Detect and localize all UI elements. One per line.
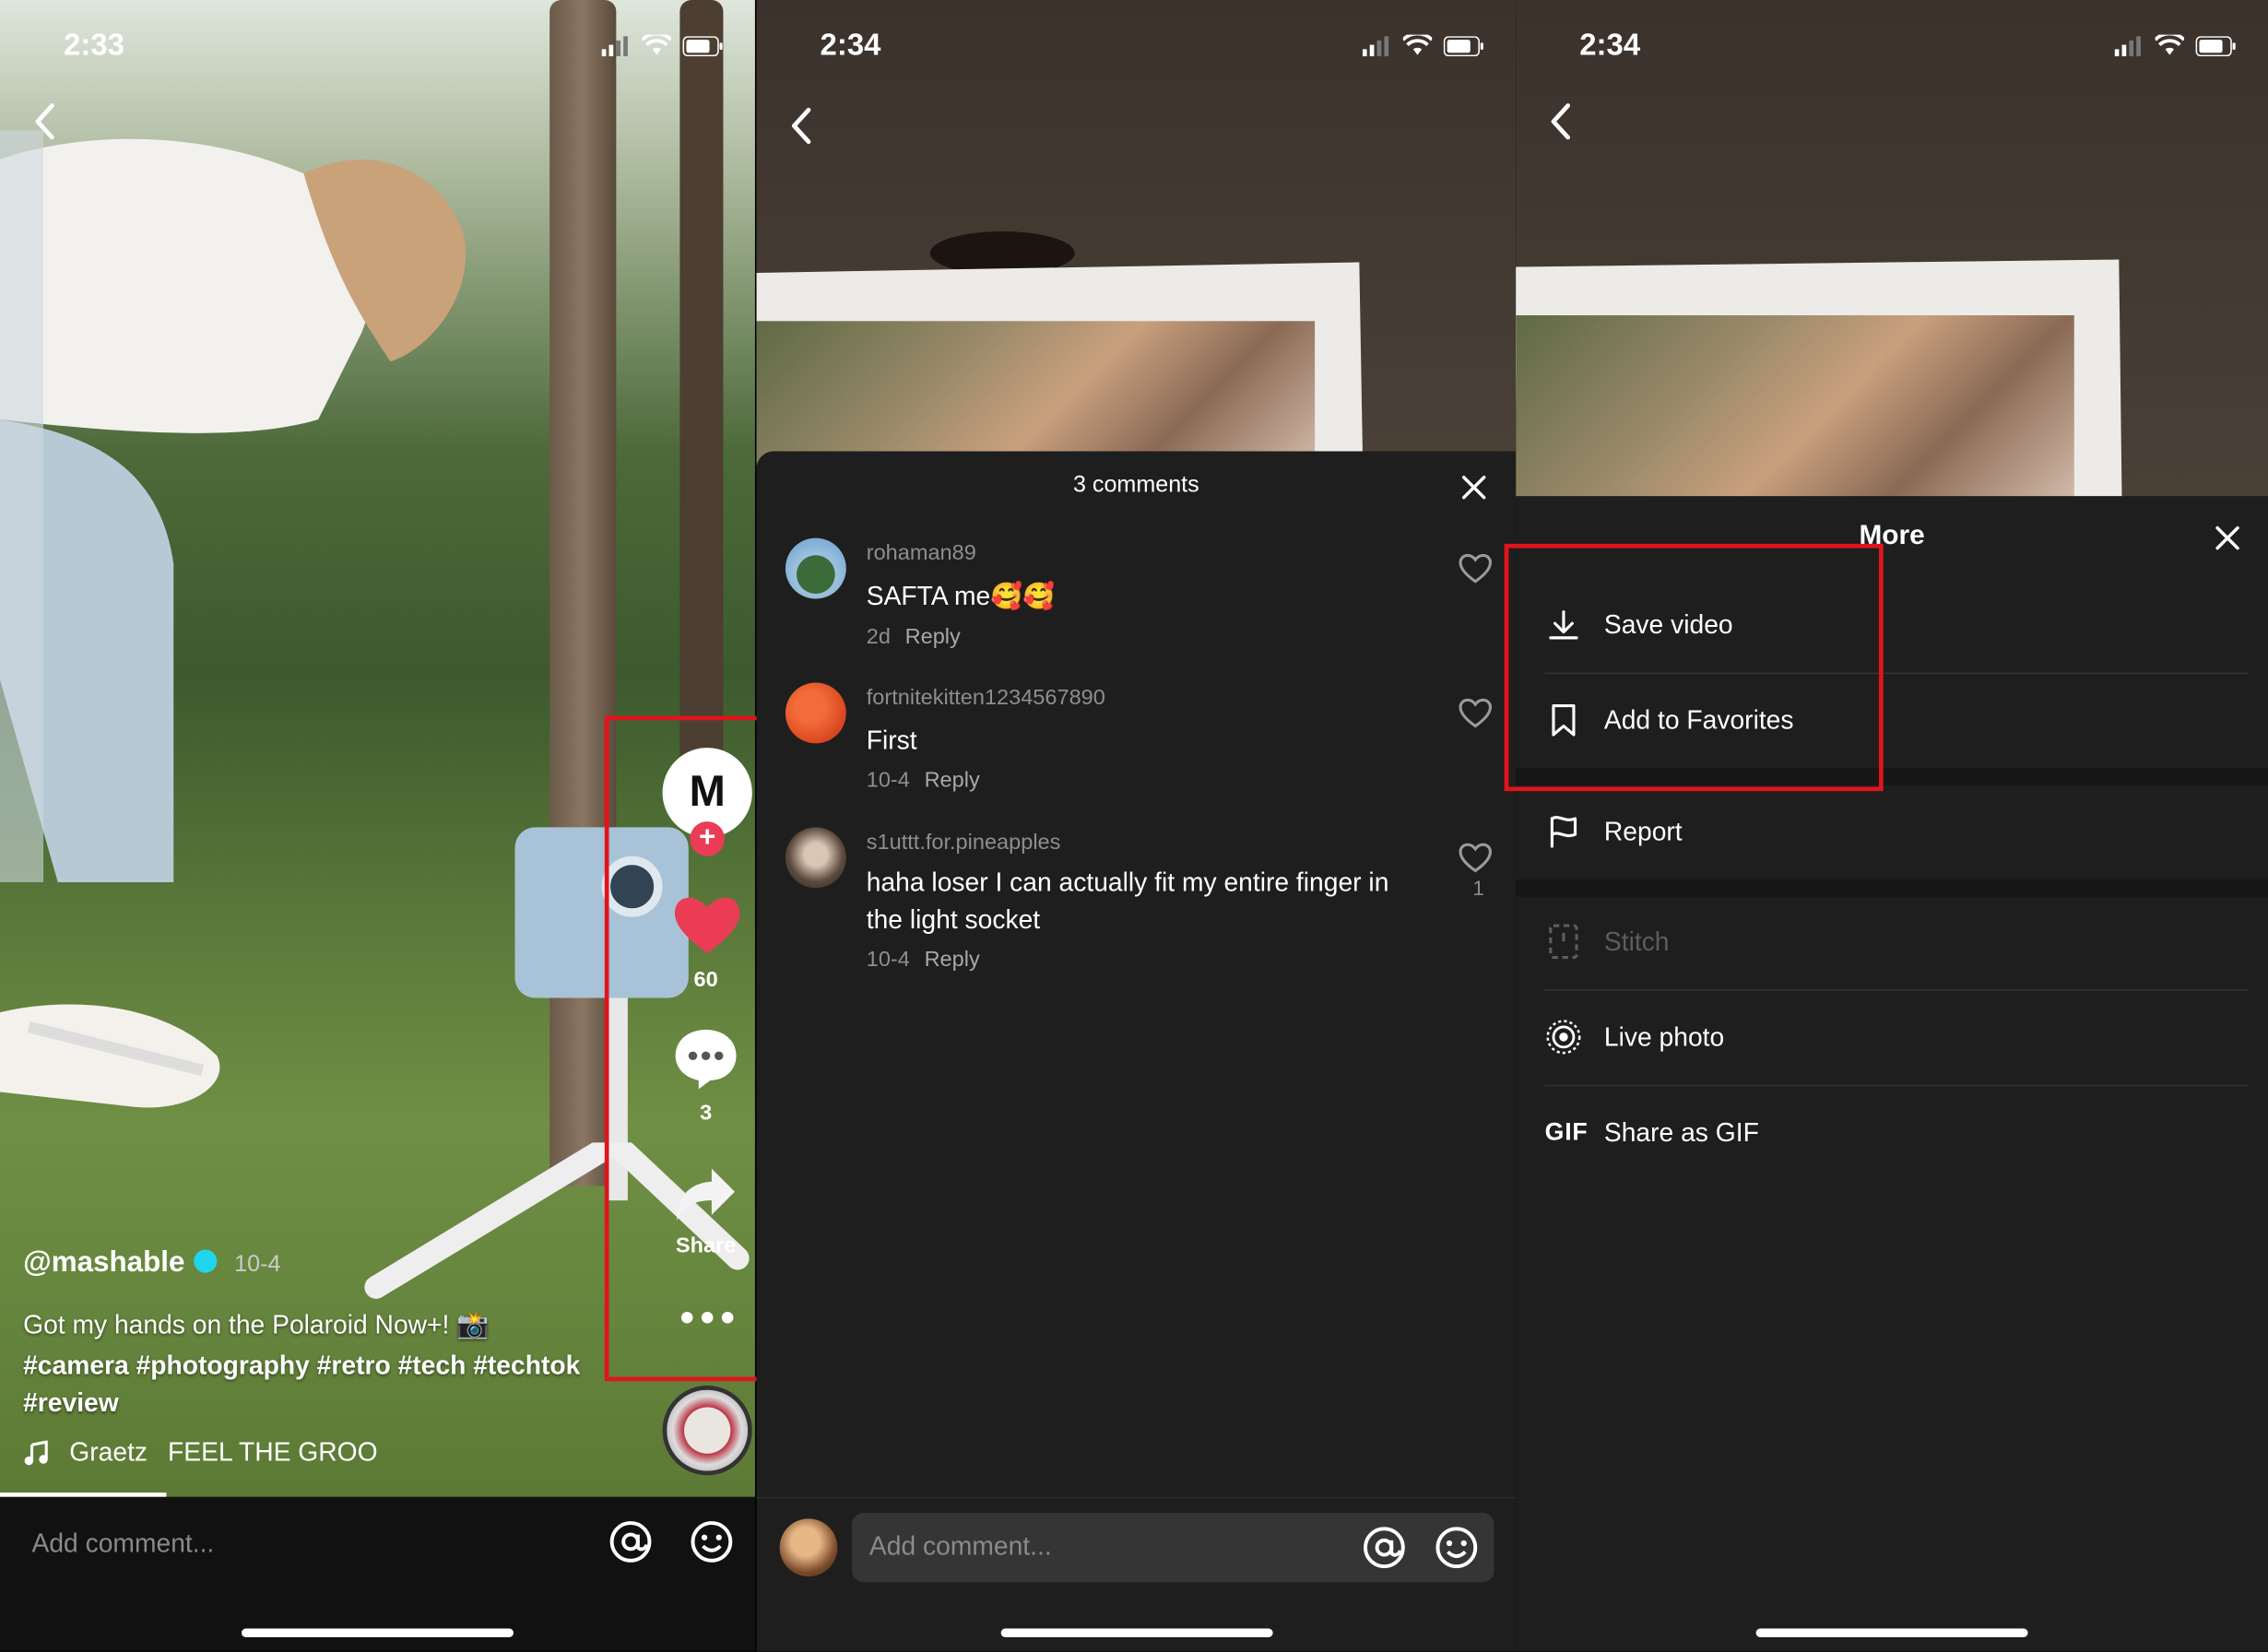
gif-icon: GIF — [1544, 1117, 1589, 1146]
music-ticker[interactable]: Graetz FEEL THE GROO — [23, 1437, 378, 1468]
comment-text: First — [866, 726, 917, 755]
close-icon[interactable] — [2213, 524, 2241, 552]
commenter-avatar[interactable] — [785, 682, 846, 744]
emoji-icon[interactable] — [1434, 1525, 1480, 1571]
stitch-label: Stitch — [1603, 926, 1670, 956]
post-date: 10-4 — [234, 1252, 281, 1278]
live-photo-label: Live photo — [1603, 1021, 1725, 1051]
comment-like-heart-icon[interactable] — [1458, 842, 1493, 874]
comment-age: 10-4 — [866, 768, 910, 793]
status-time: 2:34 — [1579, 29, 1641, 63]
comments-panel: 2:34 3 comments rohaman89 SAFTA me🥰🥰 2d R… — [756, 0, 1517, 1652]
add-comment-input[interactable]: Add comment... — [32, 1528, 215, 1559]
share-as-gif-label: Share as GIF — [1603, 1116, 1759, 1147]
comments-sheet: 3 comments rohaman89 SAFTA me🥰🥰 2d Reply … — [756, 451, 1517, 1652]
live-photo-icon — [1545, 1018, 1583, 1056]
close-icon[interactable] — [1459, 473, 1488, 502]
status-icons — [1362, 34, 1484, 57]
reply-link[interactable]: Reply — [925, 948, 980, 973]
status-icons — [601, 34, 724, 57]
status-bar: 2:34 — [757, 26, 1517, 66]
home-indicator — [1755, 1628, 2028, 1637]
caption-line: Got my hands on the Polaroid Now+! 📸 — [23, 1310, 490, 1339]
signal-icon — [601, 35, 628, 56]
polaroid-photo — [756, 321, 1316, 466]
video-frame[interactable] — [1516, 0, 2268, 513]
add-comment-placeholder: Add comment... — [868, 1531, 1052, 1561]
signal-icon — [1362, 35, 1389, 56]
report-option[interactable]: Report — [1545, 784, 2248, 879]
comment-text: haha loser I can actually fit my entire … — [866, 867, 1389, 935]
back-chevron-icon[interactable] — [1545, 101, 1580, 142]
comment-age: 10-4 — [866, 947, 910, 973]
wifi-icon — [1402, 34, 1433, 55]
commenter-avatar[interactable] — [785, 537, 846, 599]
emoji-icon[interactable] — [689, 1518, 735, 1564]
wifi-icon — [2155, 34, 2185, 55]
comment-meta: 10-4 Reply — [867, 948, 980, 973]
screenshot-stage: 2:33 M + 60 3 Share @mashable 10-4 Got m… — [0, 0, 2268, 1652]
comment-username[interactable]: rohaman89 — [867, 541, 976, 566]
more-options-panel: 2:34 More Save video Add to Favorites Re… — [1516, 0, 2268, 1652]
comment-like-heart-icon[interactable] — [1458, 552, 1493, 584]
music-note-icon — [24, 1439, 48, 1465]
battery-icon — [1443, 35, 1483, 56]
mention-at-icon[interactable] — [608, 1518, 654, 1564]
stitch-option: Stitch — [1545, 894, 2248, 990]
reply-link[interactable]: Reply — [925, 768, 980, 793]
creator-handle-text: @mashable — [23, 1246, 185, 1279]
status-time: 2:33 — [64, 29, 124, 63]
comment-username[interactable]: s1uttt.for.pineapples — [867, 831, 1061, 856]
reply-link[interactable]: Reply — [905, 625, 961, 650]
tree-trunk — [679, 0, 724, 810]
status-bar: 2:33 — [0, 26, 755, 66]
back-chevron-icon[interactable] — [786, 106, 821, 147]
signal-icon — [2114, 35, 2141, 56]
my-avatar — [779, 1518, 838, 1577]
caption-hashtags[interactable]: #camera #photography #retro #tech #techt… — [23, 1347, 580, 1385]
comment-like-count: 1 — [1472, 876, 1484, 900]
home-indicator — [999, 1628, 1272, 1637]
music-disc[interactable] — [662, 1385, 752, 1476]
home-indicator — [242, 1628, 514, 1637]
status-icons — [2114, 34, 2237, 57]
video-frame[interactable] — [756, 0, 1517, 476]
report-label: Report — [1603, 816, 1683, 846]
wifi-icon — [642, 34, 671, 55]
comment-meta: 10-4 Reply — [867, 768, 980, 793]
flag-icon — [1545, 813, 1583, 851]
verified-badge-icon — [193, 1249, 217, 1273]
comment-meta: 2d Reply — [867, 625, 961, 650]
commenter-avatar[interactable] — [785, 827, 846, 889]
highlight-box — [1504, 543, 1884, 792]
sandal-foot — [0, 1004, 220, 1108]
person-figure — [0, 130, 467, 883]
back-chevron-icon[interactable] — [29, 101, 64, 142]
comment-age: 2d — [866, 624, 891, 650]
battery-icon — [2195, 35, 2236, 56]
music-artist: Graetz — [69, 1437, 148, 1467]
battery-icon — [682, 35, 723, 56]
comment-text: SAFTA me🥰🥰 — [866, 581, 1056, 611]
comment-like-heart-icon[interactable] — [1458, 697, 1493, 729]
mention-at-icon[interactable] — [1361, 1525, 1407, 1571]
music-title: FEEL THE GROO — [168, 1437, 378, 1467]
creator-handle[interactable]: @mashable — [23, 1246, 217, 1280]
share-as-gif-option[interactable]: GIF Share as GIF — [1545, 1085, 2248, 1181]
comments-title: 3 comments — [1072, 473, 1199, 498]
live-photo-option[interactable]: Live photo — [1545, 989, 2248, 1085]
polaroid-photo — [1516, 315, 2074, 498]
caption-hashtags[interactable]: #review — [23, 1384, 119, 1422]
status-bar: 2:34 — [1516, 26, 2268, 66]
stitch-icon — [1545, 923, 1583, 961]
add-comment-input[interactable]: Add comment... — [852, 1513, 1494, 1583]
comment-username[interactable]: fortnitekitten1234567890 — [867, 686, 1105, 711]
status-time: 2:34 — [820, 29, 881, 63]
